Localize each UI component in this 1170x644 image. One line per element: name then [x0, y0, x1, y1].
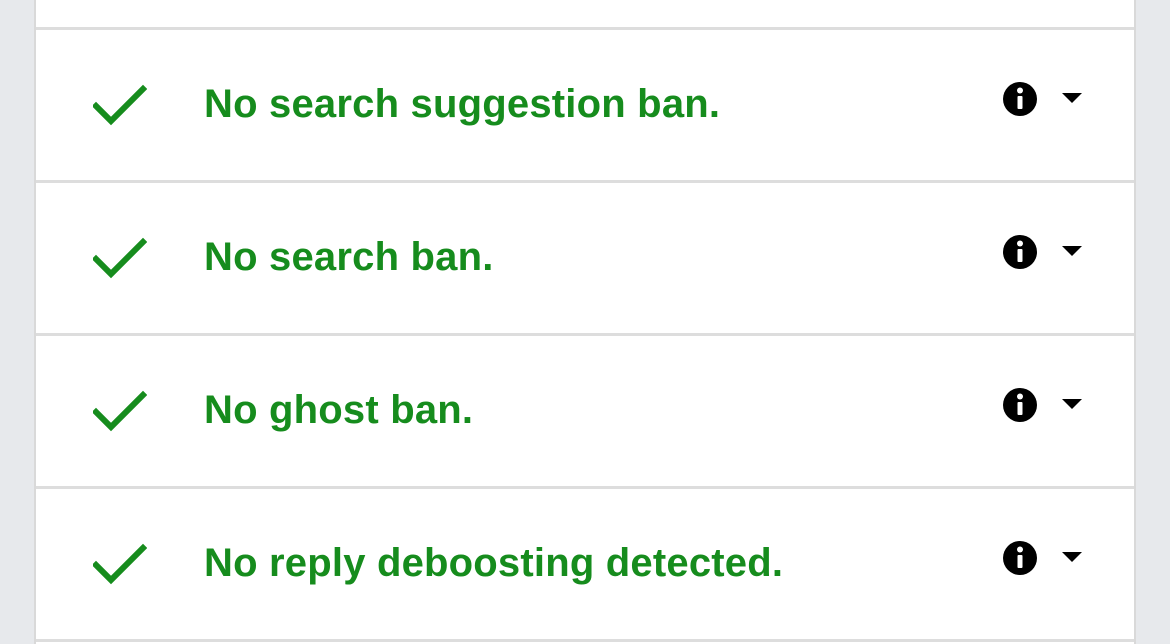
checkmark-icon: [93, 236, 147, 280]
info-icon[interactable]: [1001, 386, 1039, 424]
result-text: No search ban.: [204, 235, 494, 279]
caret-down-icon[interactable]: [1060, 91, 1084, 105]
results-panel: No search suggestion ban. No search ban.…: [34, 0, 1136, 644]
previous-row-edge: [36, 0, 1134, 30]
info-icon[interactable]: [1001, 80, 1039, 118]
result-row-reply-deboosting: No reply deboosting detected.: [36, 489, 1134, 642]
caret-down-icon[interactable]: [1060, 550, 1084, 564]
result-row-ghost-ban: No ghost ban.: [36, 336, 1134, 489]
caret-down-icon[interactable]: [1060, 244, 1084, 258]
result-row-search-suggestion-ban: No search suggestion ban.: [36, 30, 1134, 183]
result-row-search-ban: No search ban.: [36, 183, 1134, 336]
result-text: No reply deboosting detected.: [204, 541, 784, 585]
caret-down-icon[interactable]: [1060, 397, 1084, 411]
info-icon[interactable]: [1001, 539, 1039, 577]
checkmark-icon: [93, 83, 147, 127]
result-text: No search suggestion ban.: [204, 82, 721, 126]
checkmark-icon: [93, 542, 147, 586]
info-icon[interactable]: [1001, 233, 1039, 271]
result-text: No ghost ban.: [204, 388, 474, 432]
checkmark-icon: [93, 389, 147, 433]
